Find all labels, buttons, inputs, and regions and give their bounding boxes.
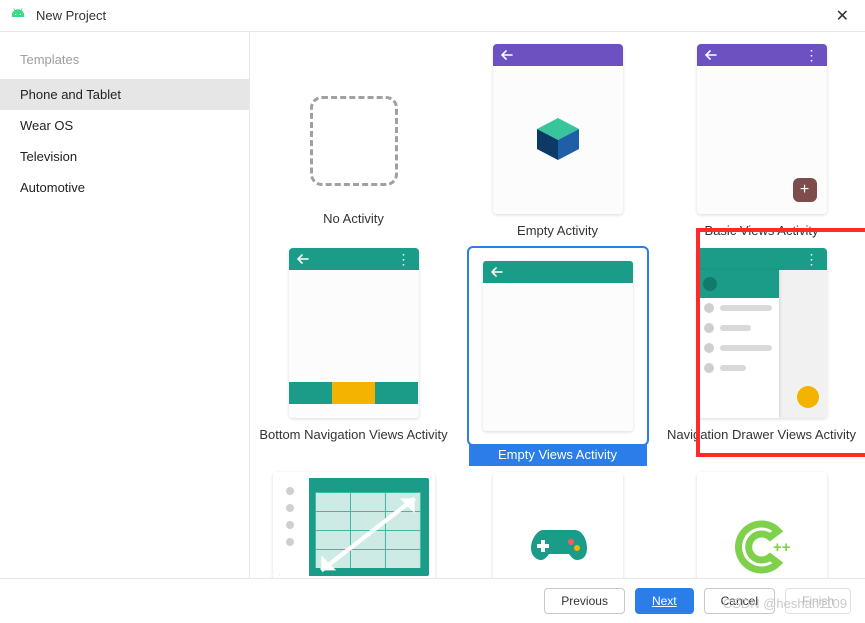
next-button[interactable]: Next (635, 588, 694, 614)
appbar-teal: ⋮ (289, 248, 419, 270)
template-responsive-views-activity[interactable] (254, 466, 454, 578)
cancel-button[interactable]: Cancel (704, 588, 775, 614)
close-icon[interactable]: ✕ (830, 6, 855, 26)
template-label: Bottom Navigation Views Activity (254, 424, 454, 446)
nav-drawer-body (697, 270, 827, 418)
avatar-icon (703, 277, 717, 291)
bottom-nav-bar (289, 382, 419, 404)
green-grid-icon (279, 478, 429, 576)
more-icon: ⋮ (397, 254, 411, 264)
no-activity-preview (289, 38, 419, 208)
finish-button: Finish (785, 588, 851, 614)
template-label: Basic Views Activity (662, 220, 862, 242)
android-icon (10, 6, 26, 25)
cpp-preview: ++ (697, 472, 827, 578)
template-label: Empty Activity (458, 220, 658, 242)
drawer-panel (697, 270, 779, 418)
template-empty-views-activity[interactable]: Empty Views Activity (458, 242, 658, 466)
window-title: New Project (36, 8, 830, 23)
dashed-rectangle-icon (310, 96, 398, 186)
empty-views-preview (469, 248, 647, 444)
more-icon (611, 48, 615, 63)
template-navigation-drawer-views-activity[interactable]: ⋮ Navigation Drawer Views Activity (662, 242, 862, 466)
template-native-cpp[interactable]: ++ (662, 466, 862, 578)
game-body (493, 472, 623, 578)
template-bottom-navigation-views-activity[interactable]: ⋮ Bottom Navigation Views Activity (254, 242, 454, 466)
more-icon: ⋮ (805, 254, 819, 264)
basic-body: + (697, 66, 827, 214)
fab-plus-icon: + (793, 178, 817, 202)
template-empty-activity[interactable]: Empty Activity (458, 38, 658, 242)
drawer-header (697, 270, 779, 298)
nav-drawer-preview: ⋮ (697, 248, 827, 418)
sidebar-item-television[interactable]: Television (0, 141, 249, 172)
compose-logo-icon (535, 116, 581, 162)
template-label-selected: Empty Views Activity (469, 444, 647, 466)
appbar-teal (483, 261, 633, 283)
sidebar-item-automotive[interactable]: Automotive (0, 172, 249, 203)
footer-buttons: Previous Next Cancel Finish (0, 578, 865, 623)
gamepad-icon (531, 524, 587, 564)
game-preview (493, 472, 623, 578)
template-game-activity[interactable] (458, 466, 658, 578)
template-label: No Activity (254, 208, 454, 230)
template-content: No Activity (250, 32, 865, 578)
more-icon (621, 265, 625, 280)
template-grid: No Activity (250, 38, 865, 578)
template-no-activity[interactable]: No Activity (254, 38, 454, 242)
sidebar-header: Templates (0, 48, 249, 79)
back-arrow-icon (297, 252, 309, 267)
template-label: Navigation Drawer Views Activity (662, 424, 862, 446)
basic-views-preview: ⋮ + (697, 44, 827, 214)
back-arrow-icon (705, 252, 709, 267)
cpp-icon: ++ (733, 518, 791, 576)
back-arrow-icon (705, 48, 717, 63)
compose-body (493, 66, 623, 214)
appbar-teal: ⋮ (697, 248, 827, 270)
template-basic-views-activity[interactable]: ⋮ + Basic Views Activity (662, 38, 862, 242)
appbar-purple: ⋮ (697, 44, 827, 66)
responsive-body (273, 472, 435, 578)
bottom-nav-body (289, 270, 419, 418)
main-area: Templates Phone and Tablet Wear OS Telev… (0, 32, 865, 578)
responsive-preview (273, 472, 435, 578)
titlebar: New Project ✕ (0, 0, 865, 32)
svg-text:++: ++ (773, 539, 791, 556)
sidebar: Templates Phone and Tablet Wear OS Telev… (0, 32, 250, 578)
back-arrow-icon (491, 265, 503, 280)
fab-icon (797, 386, 819, 408)
empty-activity-preview (493, 44, 623, 214)
sidebar-item-phone-tablet[interactable]: Phone and Tablet (0, 79, 249, 110)
bottom-nav-preview: ⋮ (289, 248, 419, 418)
cpp-body: ++ (697, 472, 827, 578)
sidebar-item-wear-os[interactable]: Wear OS (0, 110, 249, 141)
appbar-purple (493, 44, 623, 66)
back-arrow-icon (501, 48, 513, 63)
empty-views-body (483, 283, 633, 431)
previous-button[interactable]: Previous (544, 588, 625, 614)
more-icon: ⋮ (805, 50, 819, 60)
